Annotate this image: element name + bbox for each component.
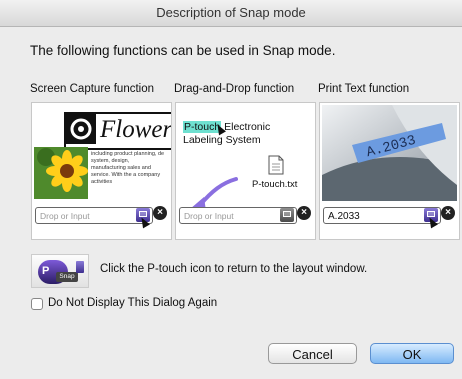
dont-display-label[interactable]: Do Not Display This Dialog Again xyxy=(48,297,217,309)
ok-button[interactable]: OK xyxy=(370,343,454,364)
close-icon[interactable]: × xyxy=(441,206,455,220)
screen-capture-panel: Flower including product planning, de sy… xyxy=(31,102,172,240)
ptouch-icon[interactable]: P Snap xyxy=(31,254,89,288)
close-icon[interactable]: × xyxy=(297,206,311,220)
capture-body-text: including product planning, de system, d… xyxy=(91,151,165,185)
panel-label-screen-capture: Screen Capture function xyxy=(30,83,155,95)
flower-logo-icon xyxy=(66,114,96,144)
window-title: Description of Snap mode xyxy=(0,0,462,27)
drag-text-line1: Electronic xyxy=(224,121,271,133)
panel-label-print-text: Print Text function xyxy=(318,83,410,95)
print-text-panel: A.2033 A.2033 × xyxy=(319,102,460,240)
close-icon[interactable]: × xyxy=(153,206,167,220)
file-name: P-touch.txt xyxy=(252,179,298,190)
dont-display-checkbox[interactable] xyxy=(31,298,43,310)
cancel-button[interactable]: Cancel xyxy=(268,343,357,364)
intro-text: The following functions can be used in S… xyxy=(30,43,336,58)
drag-drop-panel: P-touch Electronic Labeling System P-tou… xyxy=(175,102,316,240)
print-icon[interactable] xyxy=(280,208,294,222)
snap-badge: Snap xyxy=(56,272,78,282)
capture-heading: Flower xyxy=(100,116,172,143)
hint-text: Click the P-touch icon to return to the … xyxy=(100,263,368,275)
panel-label-drag-drop: Drag-and-Drop function xyxy=(174,83,295,95)
drag-text-line2: Labeling System xyxy=(183,134,261,146)
file-icon[interactable] xyxy=(268,155,284,175)
sunflower-image xyxy=(34,147,88,199)
